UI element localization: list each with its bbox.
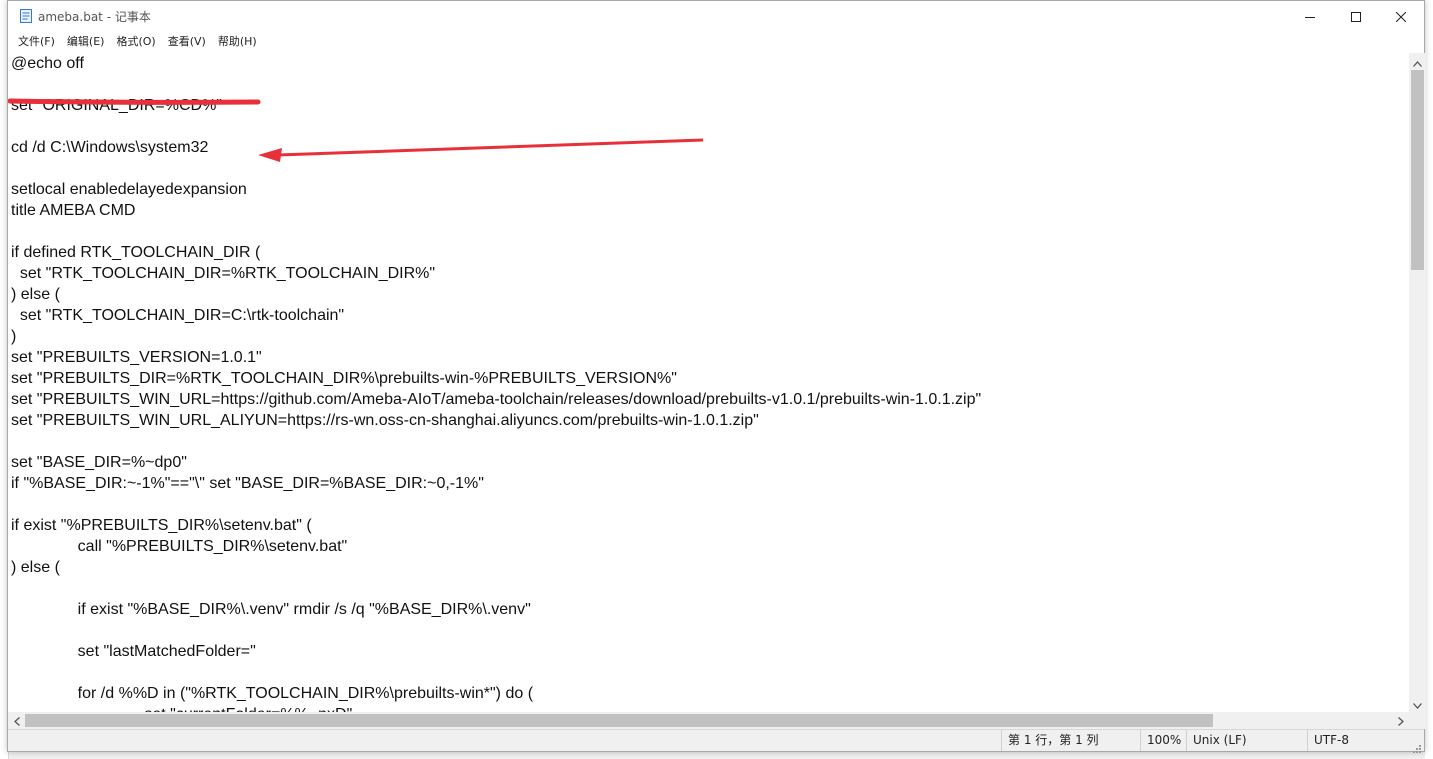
window-title: ameba.bat - 记事本 [38, 10, 151, 24]
maximize-button[interactable] [1333, 1, 1379, 32]
menu-help[interactable]: 帮助(H) [212, 32, 263, 52]
status-bar: 第 1 行，第 1 列 100% Unix (LF) UTF-8 [8, 729, 1424, 753]
arrow-head [258, 148, 282, 162]
chevron-down-icon [1413, 694, 1422, 713]
resize-grip-icon[interactable] [1412, 739, 1422, 753]
code-line: set "RTK_TOOLCHAIN_DIR=%RTK_TOOLCHAIN_DI… [11, 265, 436, 282]
menu-view[interactable]: 查看(V) [162, 32, 212, 52]
minimize-button[interactable] [1287, 1, 1333, 32]
close-icon [1395, 7, 1407, 26]
code-line: set "ORIGINAL_DIR=%CD%" [11, 97, 222, 114]
code-line: if defined RTK_TOOLCHAIN_DIR ( [11, 244, 261, 261]
code-line: call "%PREBUILTS_DIR%\setenv.bat" [11, 538, 348, 555]
scroll-right-button[interactable] [1392, 712, 1409, 729]
chevron-right-icon [1397, 711, 1404, 730]
code-line: set "PREBUILTS_WIN_URL=https://github.co… [11, 391, 982, 408]
code-line: ) else ( [11, 286, 60, 303]
notepad-icon [18, 8, 34, 24]
code-line: ) else ( [11, 559, 60, 576]
menu-file[interactable]: 文件(F) [12, 32, 61, 52]
code-line: set "PREBUILTS_VERSION=1.0.1" [11, 349, 262, 366]
title-bar[interactable]: ameba.bat - 记事本 [8, 1, 1424, 32]
code-line: title AMEBA CMD [11, 202, 136, 219]
code-line: @echo off [11, 55, 84, 72]
code-line: set "BASE_DIR=%~dp0" [11, 454, 187, 471]
scroll-up-button[interactable] [1409, 53, 1426, 70]
scroll-down-button[interactable] [1409, 695, 1426, 712]
code-line: set "PREBUILTS_DIR=%RTK_TOOLCHAIN_DIR%\p… [11, 370, 677, 387]
text-editor-area[interactable]: @echo off set "ORIGINAL_DIR=%CD%"cd /d C:… [8, 53, 1409, 712]
maximize-icon [1351, 7, 1361, 26]
encoding: UTF-8 [1307, 730, 1412, 751]
horizontal-scroll-thumb[interactable] [25, 714, 1213, 727]
cursor-position: 第 1 行，第 1 列 [1001, 730, 1140, 751]
scrollbar-corner [1409, 712, 1426, 729]
menu-edit[interactable]: 编辑(E) [61, 32, 111, 52]
background-window-edge-right [1425, 0, 1433, 759]
code-line: if "%BASE_DIR:~-1%"=="\" set "BASE_DIR=%… [11, 475, 484, 492]
code-line: if exist "%BASE_DIR%\.venv" rmdir /s /q … [11, 601, 531, 618]
arrow-annotation [277, 138, 704, 157]
line-ending: Unix (LF) [1186, 730, 1307, 751]
code-line: if exist "%PREBUILTS_DIR%\setenv.bat" ( [11, 517, 312, 534]
vertical-scrollbar[interactable] [1409, 53, 1426, 712]
menu-bar: 文件(F) 编辑(E) 格式(O) 查看(V) 帮助(H) [8, 32, 1424, 52]
code-line: set "RTK_TOOLCHAIN_DIR=C:\rtk-toolchain" [11, 307, 345, 324]
chevron-up-icon [1413, 52, 1422, 71]
code-line: cd /d C:\Windows\system32 [11, 139, 209, 156]
notepad-window: ameba.bat - 记事本 文件(F) 编辑(E) 格式(O) 查看(V) … [7, 0, 1426, 753]
code-line: ) [11, 328, 17, 345]
chevron-left-icon [13, 711, 20, 730]
code-line: set "lastMatchedFolder=" [11, 643, 256, 660]
code-line: for /d %%D in ("%RTK_TOOLCHAIN_DIR%\preb… [11, 685, 534, 702]
zoom-level: 100% [1140, 730, 1186, 751]
vertical-scroll-thumb[interactable] [1411, 70, 1424, 270]
close-button[interactable] [1378, 1, 1424, 32]
menu-format[interactable]: 格式(O) [110, 32, 161, 52]
code-line: set "PREBUILTS_WIN_URL_ALIYUN=https://rs… [11, 412, 759, 429]
code-line: setlocal enabledelayedexpansion [11, 181, 247, 198]
minimize-icon [1305, 7, 1315, 26]
scroll-left-button[interactable] [8, 712, 25, 729]
code-line: set "currentFolder=%%~nxD" [11, 704, 352, 712]
horizontal-scrollbar[interactable] [8, 712, 1409, 729]
